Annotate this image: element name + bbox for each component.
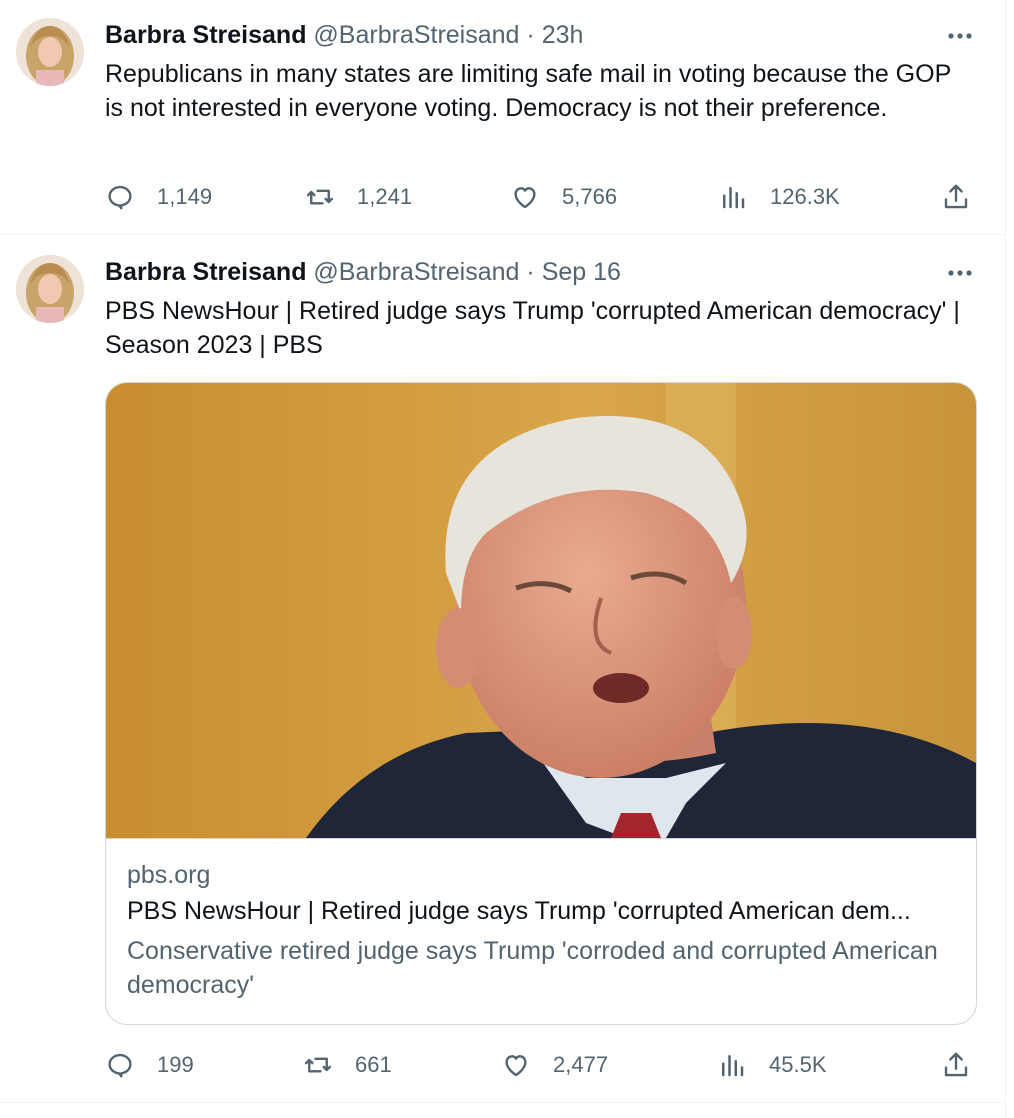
view-count: 45.5K [769, 1052, 827, 1077]
tweet-actions: 1,149 1,241 5,766 126.3K [105, 177, 985, 217]
tweet-header: Barbra Streisand @BarbraStreisand · Sep … [105, 256, 621, 288]
avatar[interactable] [16, 255, 84, 323]
share-button[interactable] [941, 177, 971, 217]
avatar-image [16, 255, 84, 323]
like-button[interactable]: 5,766 [510, 177, 617, 217]
tweet-text: Republicans in many states are limiting … [105, 60, 951, 122]
tweet[interactable]: Barbra Streisand @BarbraStreisand · Sep … [0, 235, 1005, 1103]
link-card[interactable]: pbs.org PBS NewsHour | Retired judge say… [105, 382, 977, 1025]
like-count: 5,766 [562, 184, 618, 209]
author-handle[interactable]: @BarbraStreisand [313, 21, 519, 49]
author-handle[interactable]: @BarbraStreisand [313, 258, 519, 286]
author-name[interactable]: Barbra Streisand [105, 21, 306, 49]
timeline-feed: Barbra Streisand @BarbraStreisand · 23h … [0, 0, 1006, 1118]
more-icon[interactable] [945, 258, 975, 288]
tweet-header: Barbra Streisand @BarbraStreisand · 23h [105, 19, 583, 51]
view-count: 126.3K [770, 184, 840, 209]
more-icon[interactable] [945, 21, 975, 51]
share-icon [944, 1052, 968, 1077]
reply-count: 1,149 [157, 184, 213, 209]
tweet-text: PBS NewsHour | Retired judge says Trump … [105, 297, 960, 359]
timestamp[interactable]: 23h [542, 21, 584, 49]
repost-count: 1,241 [357, 184, 413, 209]
tweet-actions: 199 661 2,477 45.5K [105, 1045, 985, 1085]
share-button[interactable] [941, 1045, 971, 1085]
views-button[interactable]: 126.3K [718, 177, 840, 217]
reply-button[interactable]: 1,149 [105, 177, 212, 217]
heart-icon [514, 187, 536, 209]
tweet[interactable]: Barbra Streisand @BarbraStreisand · 23h … [0, 0, 1005, 235]
avatar-image [16, 18, 84, 86]
like-count: 2,477 [553, 1052, 609, 1077]
like-button[interactable]: 2,477 [501, 1045, 608, 1085]
separator: · [526, 258, 535, 286]
card-image[interactable] [106, 383, 976, 839]
reply-icon [108, 185, 132, 210]
reply-button[interactable]: 199 [105, 1045, 194, 1085]
views-icon [722, 1055, 744, 1077]
avatar[interactable] [16, 18, 84, 86]
author-name[interactable]: Barbra Streisand [105, 258, 306, 286]
card-title: PBS NewsHour | Retired judge says Trump … [127, 897, 911, 925]
heart-icon [505, 1055, 527, 1077]
card-photo [106, 383, 976, 838]
share-icon [944, 184, 968, 209]
views-button[interactable]: 45.5K [717, 1045, 827, 1085]
card-domain: pbs.org [127, 861, 211, 889]
repost-icon [304, 1057, 332, 1073]
views-icon [723, 187, 745, 209]
repost-count: 661 [355, 1052, 392, 1077]
card-description: Conservative retired judge says Trump 'c… [127, 937, 938, 999]
reply-count: 199 [157, 1052, 194, 1077]
timestamp[interactable]: Sep 16 [542, 258, 621, 286]
repost-icon [306, 189, 334, 205]
reply-icon [108, 1053, 132, 1078]
repost-button[interactable]: 661 [303, 1045, 392, 1085]
separator: · [526, 21, 535, 49]
repost-button[interactable]: 1,241 [305, 177, 412, 217]
